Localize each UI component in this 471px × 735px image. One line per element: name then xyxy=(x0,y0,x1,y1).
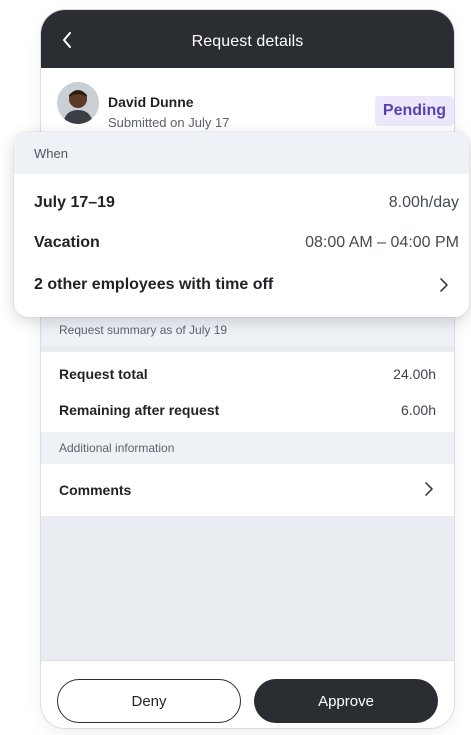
when-heading: When xyxy=(14,132,469,174)
summary-value: 6.00h xyxy=(400,402,436,418)
hours-per-day: 8.00h/day xyxy=(388,194,459,211)
additional-heading: Additional information xyxy=(41,432,454,464)
chevron-right-icon xyxy=(425,482,433,496)
date-range: July 17–19 xyxy=(34,194,115,211)
when-type-row: Vacation 08:00 AM – 04:00 PM xyxy=(14,222,469,262)
leave-type: Vacation xyxy=(34,234,100,251)
deny-button[interactable]: Deny xyxy=(57,679,241,723)
status-badge: Pending xyxy=(374,96,454,126)
time-range: 08:00 AM – 04:00 PM xyxy=(305,234,459,251)
approve-button[interactable]: Approve xyxy=(254,679,438,723)
summary-row-remaining: Remaining after request 6.00h xyxy=(41,392,454,428)
summary-heading: Request summary as of July 19 xyxy=(41,314,454,346)
requester-name: David Dunne xyxy=(108,94,194,110)
summary-label: Remaining after request xyxy=(59,402,220,418)
summary-list: Request total 24.00h Remaining after req… xyxy=(41,352,454,432)
submitted-date: Submitted on July 17 xyxy=(108,115,230,130)
action-footer: Deny Approve xyxy=(41,660,454,728)
comments-label: Comments xyxy=(59,482,132,498)
phone-frame: Request details David Dunne Submitted on… xyxy=(41,10,454,728)
summary-row-total: Request total 24.00h xyxy=(41,356,454,392)
avatar xyxy=(57,82,99,124)
comments-row[interactable]: Comments xyxy=(41,464,454,516)
requester-header: David Dunne Submitted on July 17 Pending xyxy=(41,68,454,138)
top-bar: Request details xyxy=(41,10,454,68)
summary-value: 24.00h xyxy=(393,366,436,382)
other-employees-label: 2 other employees with time off xyxy=(34,276,274,293)
when-card: When July 17–19 8.00h/day Vacation 08:00… xyxy=(14,132,469,317)
when-dates-row: July 17–19 8.00h/day xyxy=(14,182,469,222)
page-title: Request details xyxy=(191,33,304,50)
other-employees-row[interactable]: 2 other employees with time off xyxy=(14,264,469,304)
summary-label: Request total xyxy=(59,366,148,382)
chevron-right-icon xyxy=(440,278,448,292)
